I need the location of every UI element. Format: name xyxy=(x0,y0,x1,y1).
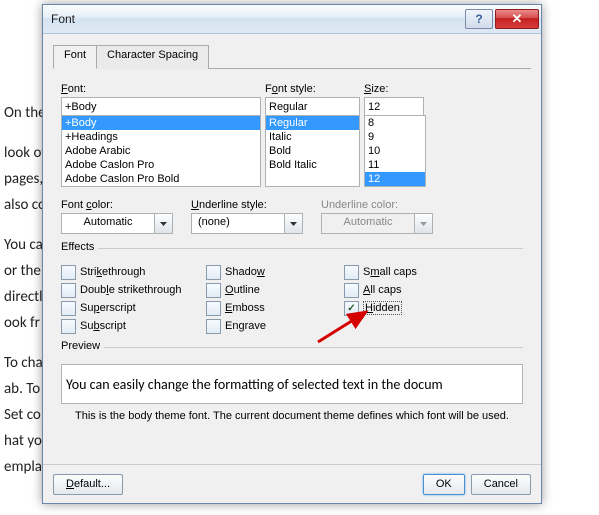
list-item[interactable]: Adobe Caslon Pro xyxy=(62,158,260,172)
preview-box: You can easily change the formatting of … xyxy=(61,364,523,404)
font-dialog: Font ? ✕ Font Character Spacing FFont:on… xyxy=(42,4,542,504)
default-button[interactable]: Default... xyxy=(53,474,123,495)
cancel-button[interactable]: Cancel xyxy=(471,474,531,495)
list-item[interactable]: Regular xyxy=(266,116,359,130)
tabstrip: Font Character Spacing xyxy=(53,44,531,69)
font-style-label: Font style: xyxy=(265,83,360,95)
list-item[interactable]: +Body xyxy=(62,116,260,130)
checkbox-outline[interactable]: Outline xyxy=(206,281,344,299)
font-color-combo[interactable]: Automatic xyxy=(61,213,173,234)
help-button[interactable]: ? xyxy=(465,9,493,29)
list-item[interactable]: Bold xyxy=(266,144,359,158)
font-listbox[interactable]: +Body +Headings Adobe Arabic Adobe Caslo… xyxy=(61,115,261,187)
checkbox-hidden[interactable]: Hidden xyxy=(344,299,484,317)
size-label: Size: xyxy=(364,83,424,95)
underline-style-label: Underline style: xyxy=(191,199,303,211)
list-item[interactable]: 10 xyxy=(365,144,425,158)
close-button[interactable]: ✕ xyxy=(495,9,539,29)
checkbox-all-caps[interactable]: All caps xyxy=(344,281,484,299)
dialog-footer: Default... OK Cancel xyxy=(43,464,541,503)
ok-button[interactable]: OK xyxy=(423,474,465,495)
chevron-down-icon xyxy=(154,214,172,233)
chevron-down-icon xyxy=(414,214,432,233)
size-input[interactable] xyxy=(364,97,424,116)
chevron-down-icon xyxy=(284,214,302,233)
dialog-content: FFont:ont: +Body +Headings Adobe Arabic … xyxy=(43,69,541,464)
font-label: FFont:ont: xyxy=(61,83,261,95)
dialog-title: Font xyxy=(51,12,463,26)
close-icon: ✕ xyxy=(512,11,523,27)
size-listbox[interactable]: 8 9 10 11 12 xyxy=(364,115,426,187)
underline-style-combo[interactable]: (none) xyxy=(191,213,303,234)
list-item[interactable]: Adobe Arabic xyxy=(62,144,260,158)
list-item[interactable]: Adobe Caslon Pro Bold xyxy=(62,172,260,186)
checkbox-engrave[interactable]: Engrave xyxy=(206,317,344,335)
titlebar[interactable]: Font ? ✕ xyxy=(43,5,541,34)
effects-label: Effects xyxy=(61,241,98,253)
font-style-listbox[interactable]: Regular Italic Bold Bold Italic xyxy=(265,115,360,187)
underline-color-combo: Automatic xyxy=(321,213,433,234)
checkbox-strikethrough[interactable]: Strikethrough xyxy=(61,263,206,281)
list-item[interactable]: Italic xyxy=(266,130,359,144)
checkbox-subscript[interactable]: Subscript xyxy=(61,317,206,335)
font-style-input[interactable] xyxy=(265,97,360,116)
checkbox-emboss[interactable]: Emboss xyxy=(206,299,344,317)
checkbox-double-strikethrough[interactable]: Double strikethrough xyxy=(61,281,206,299)
checkbox-small-caps[interactable]: Small caps xyxy=(344,263,484,281)
list-item[interactable]: +Headings xyxy=(62,130,260,144)
checkbox-shadow[interactable]: Shadow xyxy=(206,263,344,281)
underline-color-label: Underline color: xyxy=(321,199,433,211)
list-item[interactable]: 9 xyxy=(365,130,425,144)
preview-label: Preview xyxy=(61,340,104,352)
help-icon: ? xyxy=(475,12,482,26)
list-item[interactable]: 11 xyxy=(365,158,425,172)
tab-font[interactable]: Font xyxy=(53,45,97,69)
list-item[interactable]: Bold Italic xyxy=(266,158,359,172)
list-item[interactable]: 12 xyxy=(365,172,425,186)
font-input[interactable] xyxy=(61,97,261,116)
list-item[interactable]: 8 xyxy=(365,116,425,130)
font-color-label: Font color: xyxy=(61,199,173,211)
checkbox-superscript[interactable]: Superscript xyxy=(61,299,206,317)
preview-note: This is the body theme font. The current… xyxy=(61,410,523,422)
tab-character-spacing[interactable]: Character Spacing xyxy=(96,45,209,69)
